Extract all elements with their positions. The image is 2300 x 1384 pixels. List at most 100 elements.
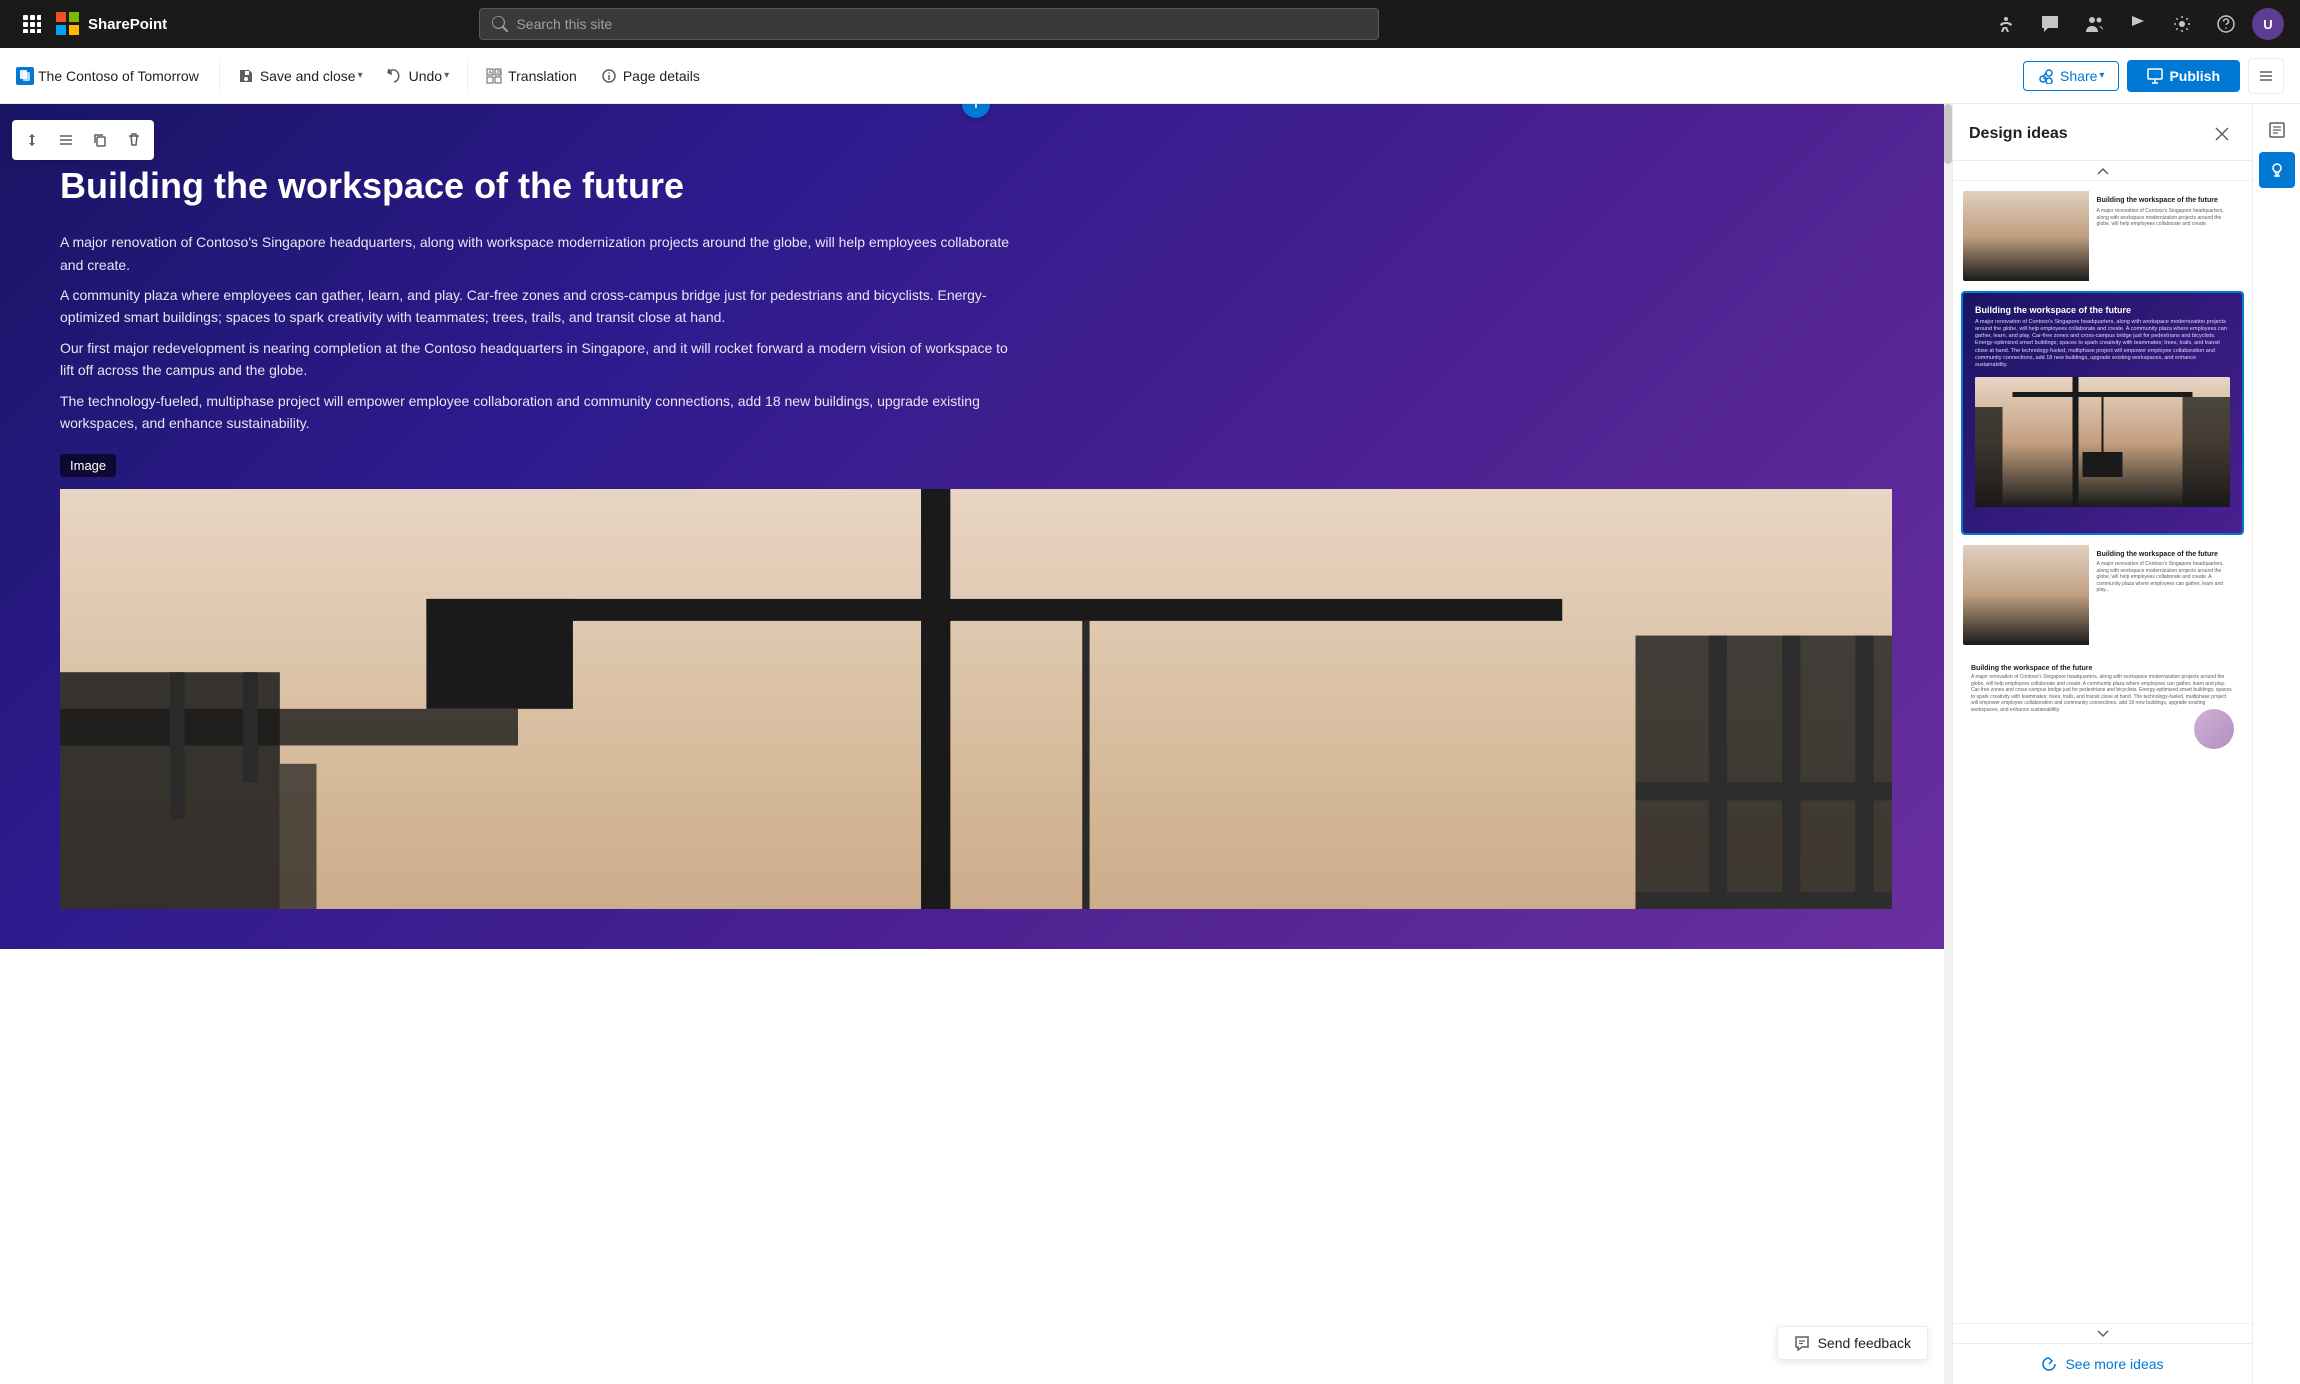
hero-title: Building the workspace of the future: [60, 164, 1892, 207]
move-section-button[interactable]: [16, 124, 48, 156]
delete-section-button[interactable]: [118, 124, 150, 156]
collapse-button[interactable]: [2248, 58, 2284, 94]
user-avatar[interactable]: U: [2252, 8, 2284, 40]
editor-toolbar: The Contoso of Tomorrow Save and close ▾…: [0, 48, 2300, 104]
design-panel-scroll-up[interactable]: [1953, 161, 2252, 181]
design-card-1-text: A major renovation of Contoso's Singapor…: [2097, 208, 2234, 228]
section-toolbar: [12, 120, 154, 160]
undo-icon: [387, 68, 403, 84]
page-properties-button[interactable]: [2259, 112, 2295, 148]
ms-logo-grid: [56, 12, 80, 36]
copy-section-button[interactable]: [84, 124, 116, 156]
image-label: Image: [60, 454, 116, 477]
share-icon: [2038, 68, 2054, 84]
design-card-1-layout: Building the workspace of the future A m…: [1963, 191, 2242, 281]
settings-icon[interactable]: [2164, 6, 2200, 42]
design-card-img-left: [1963, 191, 2089, 281]
add-section-icon: +: [970, 104, 982, 114]
help-icon[interactable]: [2208, 6, 2244, 42]
design-card-4-title: Building the workspace of the future: [1971, 665, 2234, 672]
design-card-2-img: [1975, 377, 2230, 507]
feedback-icon: [1794, 1335, 1810, 1351]
hero-body: A major renovation of Contoso's Singapor…: [60, 231, 1020, 434]
undo-arrow[interactable]: ▾: [444, 70, 449, 81]
waffle-menu[interactable]: [16, 8, 48, 40]
publish-button[interactable]: Publish: [2127, 60, 2240, 92]
hero-para-1: A major renovation of Contoso's Singapor…: [60, 231, 1020, 276]
design-card-3-layout: Building the workspace of the future A m…: [1963, 545, 2242, 645]
nav-icon-group: U: [1988, 6, 2284, 42]
chat-icon[interactable]: [2032, 6, 2068, 42]
flag-icon[interactable]: [2120, 6, 2156, 42]
hero-para-2: A community plaza where employees can ga…: [60, 284, 1020, 329]
crane-illustration: [60, 489, 1892, 909]
main-layout: +: [0, 104, 2300, 1384]
search-icon: [492, 16, 508, 32]
content-scrollbar[interactable]: [1940, 104, 1952, 1384]
design-panel-title: Design ideas: [1969, 125, 2068, 143]
design-card-2-title: Building the workspace of the future: [1975, 305, 2230, 315]
search-input[interactable]: [516, 16, 1366, 32]
page-editor: Building the workspace of the future A m…: [0, 104, 1952, 1384]
right-sidebar: [2252, 104, 2300, 1384]
design-card-2-layout: Building the workspace of the future A m…: [1963, 293, 2242, 533]
share-label: Share: [2060, 68, 2097, 84]
design-card-3-img: [1963, 545, 2089, 645]
undo-button[interactable]: Undo ▾: [377, 62, 460, 90]
page-details-button[interactable]: Page details: [591, 62, 710, 90]
svg-text:あ: あ: [496, 70, 501, 76]
design-card-3-text: Building the workspace of the future A m…: [2089, 545, 2242, 645]
page-details-label: Page details: [623, 68, 700, 84]
hero-section: Building the workspace of the future A m…: [0, 104, 1952, 949]
toolbar-divider-2: [467, 62, 468, 90]
share-arrow[interactable]: ▾: [2099, 70, 2104, 81]
translation-label: Translation: [508, 68, 577, 84]
see-more-label: See more ideas: [2065, 1356, 2163, 1372]
toolbar-right-group: Share ▾ Publish: [2023, 58, 2284, 94]
hero-para-3: Our first major redevelopment is nearing…: [60, 337, 1020, 382]
design-card-1[interactable]: Building the workspace of the future A m…: [1961, 189, 2244, 283]
design-card-4-decoration: [2194, 709, 2234, 749]
save-close-arrow[interactable]: ▾: [358, 70, 363, 81]
undo-label: Undo: [409, 68, 442, 84]
page-name: The Contoso of Tomorrow: [38, 68, 199, 84]
design-ideas-panel: Design ideas Building the workspace of t…: [1952, 104, 2252, 1384]
hero-image: [60, 489, 1892, 909]
design-card-2[interactable]: Building the workspace of the future A m…: [1961, 291, 2244, 535]
design-panel-footer: See more ideas: [1953, 1343, 2252, 1384]
toolbar-left-group: The Contoso of Tomorrow Save and close ▾…: [16, 62, 2019, 90]
top-navigation: SharePoint: [0, 0, 2300, 48]
design-panel-scroll-down[interactable]: [1953, 1323, 2252, 1343]
design-card-1-title: Building the workspace of the future: [2097, 197, 2234, 205]
toolbar-divider-1: [219, 62, 220, 90]
send-feedback-button[interactable]: Send feedback: [1777, 1326, 1928, 1360]
translation-icon: A あ: [486, 68, 502, 84]
save-close-button[interactable]: Save and close ▾: [228, 62, 373, 90]
design-card-4[interactable]: Building the workspace of the future A m…: [1961, 655, 2244, 759]
design-panel-cards: Building the workspace of the future A m…: [1953, 181, 2252, 1323]
content-area[interactable]: +: [0, 104, 1952, 1384]
share-button[interactable]: Share ▾: [2023, 61, 2119, 91]
scrollbar-thumb[interactable]: [1944, 104, 1952, 164]
design-card-4-text: Building the workspace of the future A m…: [1971, 665, 2234, 713]
design-card-3-body: A major renovation of Contoso's Singapor…: [2097, 561, 2234, 594]
design-card-3-title: Building the workspace of the future: [2097, 551, 2234, 558]
search-bar[interactable]: [479, 8, 1379, 40]
design-panel-header: Design ideas: [1953, 104, 2252, 161]
section-settings-button[interactable]: [50, 124, 82, 156]
design-panel-close-button[interactable]: [2208, 120, 2236, 148]
send-feedback-label: Send feedback: [1818, 1335, 1911, 1351]
save-icon: [238, 68, 254, 84]
people-icon[interactable]: [2076, 6, 2112, 42]
design-ideas-button[interactable]: [2259, 152, 2295, 188]
hero-para-4: The technology-fueled, multiphase projec…: [60, 390, 1020, 435]
app-name: SharePoint: [88, 16, 167, 33]
accessibility-icon[interactable]: [1988, 6, 2024, 42]
design-card-3[interactable]: Building the workspace of the future A m…: [1961, 543, 2244, 647]
page-icon: [16, 67, 34, 85]
see-more-ideas-button[interactable]: See more ideas: [1969, 1356, 2236, 1372]
save-close-label: Save and close: [260, 68, 356, 84]
refresh-icon: [2041, 1356, 2057, 1372]
translation-button[interactable]: A あ Translation: [476, 62, 587, 90]
microsoft-logo[interactable]: SharePoint: [56, 12, 167, 36]
